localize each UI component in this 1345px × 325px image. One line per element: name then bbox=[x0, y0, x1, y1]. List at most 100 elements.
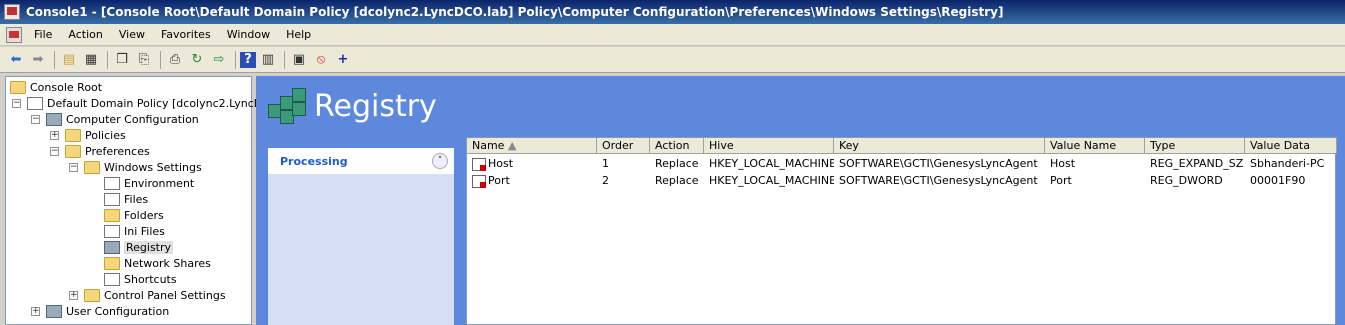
tree-label: Computer Configuration bbox=[66, 112, 199, 126]
export-icon[interactable]: ⇨ bbox=[209, 50, 229, 70]
properties-icon[interactable]: ▣ bbox=[289, 50, 309, 70]
column-header-action[interactable]: Action bbox=[650, 138, 704, 154]
collapse-icon[interactable]: − bbox=[12, 98, 21, 108]
processing-panel: Processing ˄ bbox=[268, 148, 454, 325]
policy-document-icon bbox=[27, 96, 43, 110]
folder-icon bbox=[65, 144, 81, 158]
column-header-key[interactable]: Key bbox=[834, 138, 1045, 154]
table-row[interactable]: Host 1 Replace HKEY_LOCAL_MACHINE SOFTWA… bbox=[467, 155, 1337, 172]
folders-icon bbox=[104, 208, 120, 222]
show-hide-tree-icon[interactable]: ▦ bbox=[81, 50, 101, 70]
menu-view[interactable]: View bbox=[111, 28, 153, 41]
toolbar: ⬅ ➡ ▤ ▦ ❐ ⎘ ⎙ ↻ ⇨ ? ▥ ▣ ⦸ + bbox=[0, 47, 1345, 73]
column-header-hive[interactable]: Hive bbox=[704, 138, 834, 154]
folder-icon bbox=[84, 160, 100, 174]
collapse-icon[interactable]: − bbox=[50, 146, 59, 156]
column-header-type[interactable]: Type bbox=[1145, 138, 1245, 154]
cell-name: Host bbox=[467, 155, 597, 172]
tree-item-control-panel-settings[interactable]: + Control Panel Settings bbox=[69, 287, 226, 303]
back-arrow-icon[interactable]: ⬅ bbox=[6, 50, 26, 70]
collapse-icon[interactable]: − bbox=[69, 162, 78, 172]
expand-icon[interactable]: + bbox=[31, 306, 40, 316]
tree-label: Policies bbox=[85, 128, 126, 142]
tree-item-console-root[interactable]: Console Root bbox=[10, 79, 102, 95]
mmc-menu-icon[interactable] bbox=[6, 26, 22, 43]
cell-type: REG_EXPAND_SZ bbox=[1150, 157, 1244, 170]
tree-item-default-domain-policy[interactable]: − Default Domain Policy [dcolync2.LyncDC… bbox=[12, 95, 279, 111]
cell-key: SOFTWARE\GCTI\GenesysLyncAgent bbox=[839, 174, 1038, 187]
environment-icon bbox=[104, 176, 120, 190]
collapse-chevron-icon[interactable]: ˄ bbox=[432, 153, 448, 169]
print-icon[interactable]: ⎙ bbox=[165, 50, 185, 70]
mmc-console-icon bbox=[4, 4, 20, 20]
forward-arrow-icon[interactable]: ➡ bbox=[28, 50, 48, 70]
copy-icon[interactable]: ❐ bbox=[112, 50, 132, 70]
expand-icon[interactable]: + bbox=[69, 290, 78, 300]
toolbar-separator bbox=[107, 50, 108, 69]
help-icon[interactable]: ? bbox=[240, 51, 256, 68]
column-header-order[interactable]: Order bbox=[597, 138, 650, 154]
cell-action: Replace bbox=[655, 157, 699, 170]
control-panel-icon bbox=[84, 288, 100, 302]
tree-item-network-shares[interactable]: Network Shares bbox=[104, 255, 211, 271]
processing-header[interactable]: Processing ˄ bbox=[268, 148, 454, 174]
menu-window[interactable]: Window bbox=[219, 28, 278, 41]
list-header: Name ▲ Order Action Hive Key Value Name … bbox=[467, 138, 1337, 154]
tree-label: Ini Files bbox=[124, 224, 165, 238]
toolbar-separator bbox=[284, 50, 285, 69]
tree-item-windows-settings[interactable]: − Windows Settings bbox=[69, 159, 202, 175]
refresh-icon[interactable]: ↻ bbox=[187, 50, 207, 70]
ini-file-icon bbox=[104, 224, 120, 238]
menu-help[interactable]: Help bbox=[278, 28, 319, 41]
expand-icon[interactable]: + bbox=[50, 130, 59, 140]
stop-icon[interactable]: ⦸ bbox=[311, 50, 331, 70]
tree-item-policies[interactable]: + Policies bbox=[50, 127, 126, 143]
network-share-icon bbox=[104, 256, 120, 270]
tree-label: Control Panel Settings bbox=[104, 288, 226, 302]
cell-value-name: Host bbox=[1050, 157, 1076, 170]
menu-favorites[interactable]: Favorites bbox=[153, 28, 219, 41]
cell-action: Replace bbox=[655, 174, 699, 187]
tree-item-files[interactable]: Files bbox=[104, 191, 148, 207]
tree-label: Environment bbox=[124, 176, 195, 190]
tree-label: Shortcuts bbox=[124, 272, 177, 286]
processing-label: Processing bbox=[280, 154, 348, 168]
menu-bar: File Action View Favorites Window Help bbox=[0, 24, 1345, 46]
column-header-value-name[interactable]: Value Name bbox=[1045, 138, 1145, 154]
up-folder-icon[interactable]: ▤ bbox=[59, 50, 79, 70]
cell-order: 2 bbox=[602, 174, 609, 187]
tree-item-preferences[interactable]: − Preferences bbox=[50, 143, 150, 159]
details-pane: Registry Processing ˄ Name ▲ Order Actio… bbox=[256, 76, 1345, 325]
tree-item-environment[interactable]: Environment bbox=[104, 175, 194, 191]
window-title-bar[interactable]: Console1 - [Console Root\Default Domain … bbox=[0, 0, 1345, 24]
table-row[interactable]: Port 2 Replace HKEY_LOCAL_MACHINE SOFTWA… bbox=[467, 172, 1337, 189]
tree-item-user-configuration[interactable]: + User Configuration bbox=[31, 303, 169, 319]
show-hide-action-pane-icon[interactable]: ▥ bbox=[258, 50, 278, 70]
toolbar-separator bbox=[235, 50, 236, 69]
shortcut-icon bbox=[104, 272, 120, 286]
tree-item-computer-configuration[interactable]: − Computer Configuration bbox=[31, 111, 199, 127]
registry-binary-icon bbox=[472, 174, 486, 188]
menu-action[interactable]: Action bbox=[60, 28, 110, 41]
tree-item-ini-files[interactable]: Ini Files bbox=[104, 223, 165, 239]
sort-ascending-icon: ▲ bbox=[507, 139, 517, 152]
column-header-value-data[interactable]: Value Data bbox=[1245, 138, 1337, 154]
add-icon[interactable]: + bbox=[333, 50, 353, 70]
paste-icon[interactable]: ⎘ bbox=[134, 50, 154, 70]
cell-hive: HKEY_LOCAL_MACHINE bbox=[709, 157, 834, 170]
toolbar-separator bbox=[54, 50, 55, 69]
collapse-icon[interactable]: − bbox=[31, 114, 40, 124]
column-header-name[interactable]: Name ▲ bbox=[467, 138, 597, 154]
cell-name: Port bbox=[467, 172, 597, 189]
menu-file[interactable]: File bbox=[26, 28, 60, 41]
page-title: Registry bbox=[314, 88, 437, 124]
tree-item-shortcuts[interactable]: Shortcuts bbox=[104, 271, 177, 287]
window-title: Console1 - [Console Root\Default Domain … bbox=[26, 5, 1004, 19]
cell-hive: HKEY_LOCAL_MACHINE bbox=[709, 174, 834, 187]
tree-label: Windows Settings bbox=[104, 160, 202, 174]
computer-icon bbox=[46, 112, 62, 126]
cell-type: REG_DWORD bbox=[1150, 174, 1223, 187]
tree-item-folders[interactable]: Folders bbox=[104, 207, 164, 223]
registry-list: Name ▲ Order Action Hive Key Value Name … bbox=[466, 137, 1337, 325]
tree-item-registry[interactable]: Registry bbox=[104, 239, 174, 255]
